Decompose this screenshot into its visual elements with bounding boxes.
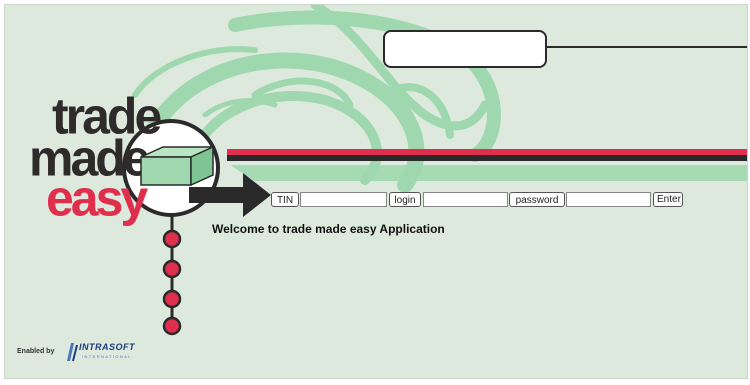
enabled-by-label: Enabled by bbox=[17, 348, 55, 355]
page: trade made easy TIN login password Enter… bbox=[4, 4, 748, 379]
title-box bbox=[383, 30, 547, 68]
chain-dot-icon bbox=[162, 259, 182, 279]
login-input[interactable] bbox=[423, 192, 508, 207]
brand-subtitle: INTERNATIONAL bbox=[82, 354, 132, 359]
enter-button[interactable]: Enter bbox=[653, 192, 683, 207]
password-label: password bbox=[509, 192, 565, 207]
tin-label: TIN bbox=[271, 192, 299, 207]
welcome-message: Welcome to trade made easy Application bbox=[212, 222, 445, 236]
brand-name: INTRASOFT bbox=[79, 342, 135, 352]
login-label: login bbox=[389, 192, 421, 207]
chain-dot-icon bbox=[162, 229, 182, 249]
tin-input[interactable] bbox=[300, 192, 387, 207]
chain-dot-icon bbox=[162, 289, 182, 309]
password-input[interactable] bbox=[566, 192, 651, 207]
logo-graphic bbox=[140, 145, 271, 217]
chain-dot-icon bbox=[162, 316, 182, 336]
box-icon bbox=[140, 145, 214, 187]
title-connector-line bbox=[546, 46, 747, 48]
chain-decoration bbox=[162, 213, 182, 336]
